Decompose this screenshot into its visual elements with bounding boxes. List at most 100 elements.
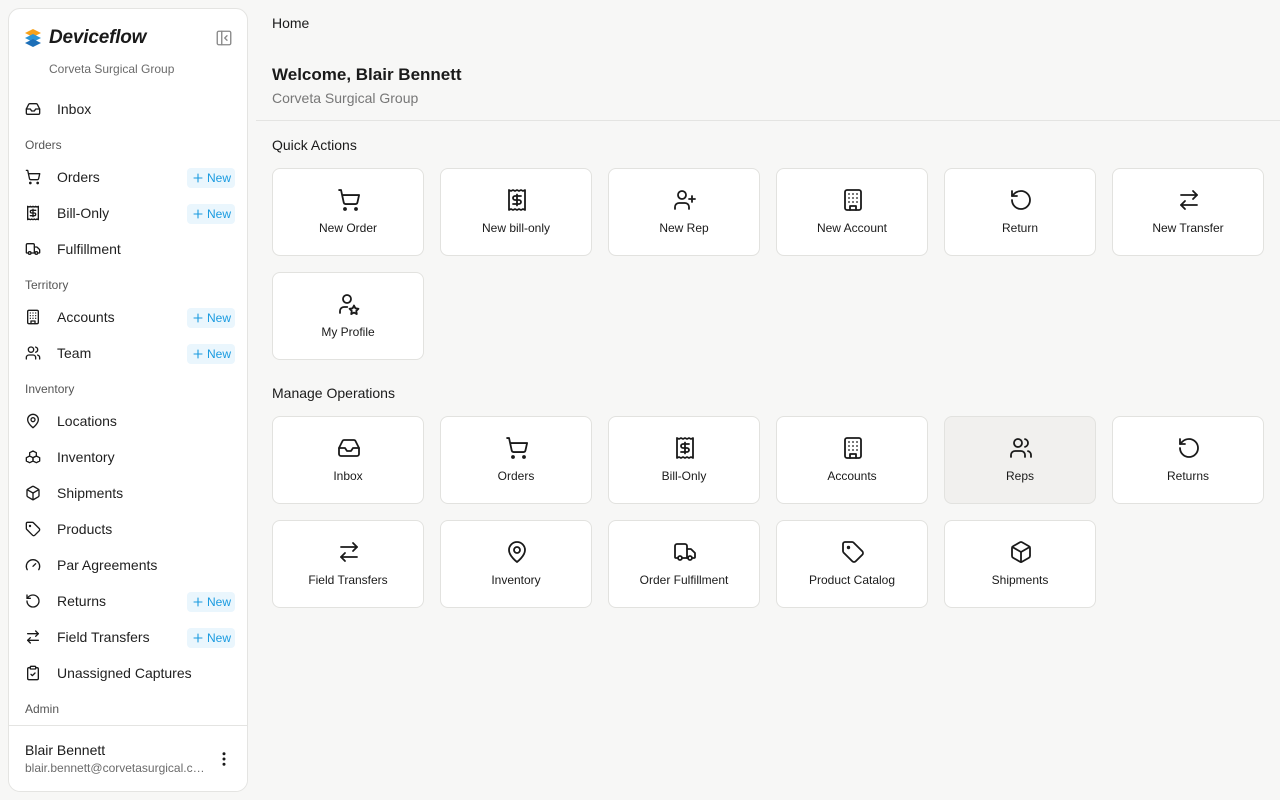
sidebar: Deviceflow Corveta Surgical Group Inbox … [8, 8, 248, 792]
truck-icon [674, 543, 696, 561]
operation-orders[interactable]: Orders [440, 416, 592, 504]
rotate-ccw-icon [1179, 438, 1199, 458]
brand-org: Corveta Surgical Group [49, 62, 175, 76]
sidebar-item-label: Inbox [57, 101, 92, 117]
operation-accounts[interactable]: Accounts [776, 416, 928, 504]
quick-action-new-transfer[interactable]: New Transfer [1112, 168, 1264, 256]
quick-action-my-profile[interactable]: My Profile [272, 272, 424, 360]
new-order-badge[interactable]: New [186, 168, 235, 188]
plus-icon [193, 173, 203, 183]
operation-inbox[interactable]: Inbox [272, 416, 424, 504]
tag-icon [25, 521, 41, 537]
new-badge-label: New [206, 207, 231, 221]
more-vertical-icon[interactable] [215, 750, 233, 768]
gauge-icon [25, 559, 41, 571]
package-icon [1011, 541, 1031, 563]
quick-action-new-order[interactable]: New Order [272, 168, 424, 256]
page-title: Welcome, Blair Bennett [272, 65, 462, 84]
sidebar-item-inbox[interactable]: Inbox [17, 93, 235, 125]
new-team-badge[interactable]: New [186, 344, 235, 364]
operation-field-transfers[interactable]: Field Transfers [272, 520, 424, 608]
sidebar-item-label: Fulfillment [57, 241, 121, 257]
users-icon [25, 346, 41, 360]
header-divider [256, 120, 1280, 121]
boxes-icon [25, 450, 41, 464]
quick-action-return[interactable]: Return [944, 168, 1096, 256]
card-label: New Order [318, 221, 377, 235]
tag-icon [842, 541, 864, 563]
shopping-cart-icon [506, 437, 528, 459]
breadcrumb[interactable]: Home [272, 15, 309, 31]
new-account-badge[interactable]: New [186, 308, 235, 328]
card-label: Inbox [333, 469, 363, 483]
sidebar-item-fulfillment[interactable]: Fulfillment [17, 233, 235, 265]
operation-order-fulfillment[interactable]: Order Fulfillment [608, 520, 760, 608]
operation-inventory[interactable]: Inventory [440, 520, 592, 608]
sidebar-item-shipments[interactable]: Shipments [17, 477, 235, 509]
sidebar-item-locations[interactable]: Locations [17, 405, 235, 437]
receipt-icon [676, 437, 694, 459]
operation-bill-only[interactable]: Bill-Only [608, 416, 760, 504]
sidebar-item-label: Inventory [57, 449, 115, 465]
brand: Deviceflow Corveta Surgical Group [25, 27, 235, 77]
package-icon [26, 485, 40, 501]
user-name: Blair Bennett [25, 742, 106, 758]
new-bill-only-badge[interactable]: New [186, 204, 235, 224]
quick-action-new-account[interactable]: New Account [776, 168, 928, 256]
sidebar-item-label: Shipments [57, 485, 124, 501]
user-star-icon [339, 294, 360, 315]
arrows-transfer-icon [27, 630, 39, 644]
user-footer[interactable]: Blair Bennett blair.bennett@corvetasurgi… [9, 725, 247, 791]
sidebar-item-label: Products [57, 521, 113, 537]
card-label: Accounts [827, 469, 877, 483]
quick-action-new-rep[interactable]: New Rep [608, 168, 760, 256]
card-label: Inventory [491, 573, 541, 587]
sidebar-item-label: Par Agreements [57, 557, 158, 573]
operation-reps[interactable]: Reps [944, 416, 1096, 504]
sidebar-item-unassigned-captures[interactable]: Unassigned Captures [17, 657, 235, 689]
sidebar-item-bill-only[interactable]: Bill-Only New [17, 197, 235, 229]
new-field-transfer-badge[interactable]: New [186, 628, 235, 648]
new-return-badge[interactable]: New [186, 592, 235, 612]
rotate-ccw-icon [26, 594, 40, 608]
truck-icon [25, 243, 41, 255]
sidebar-item-team[interactable]: Team New [17, 337, 235, 369]
operation-product-catalog[interactable]: Product Catalog [776, 520, 928, 608]
building-icon [844, 189, 862, 211]
sidebar-item-label: Team [57, 345, 92, 361]
section-label-orders: Orders [25, 138, 62, 152]
clipboard-check-icon [27, 665, 39, 681]
inbox-icon [25, 103, 41, 115]
card-label: New bill-only [481, 221, 551, 235]
map-pin-icon [27, 413, 39, 429]
rotate-ccw-icon [1011, 190, 1031, 210]
page-subtitle: Corveta Surgical Group [272, 90, 419, 106]
sidebar-item-orders[interactable]: Orders New [17, 161, 235, 193]
building-icon [27, 309, 39, 325]
new-badge-label: New [206, 347, 231, 361]
sidebar-nav: Inbox Orders Orders New Bill-Only New Fu… [9, 91, 247, 725]
sidebar-item-products[interactable]: Products [17, 513, 235, 545]
sidebar-collapse-icon[interactable] [215, 29, 233, 47]
sidebar-item-returns[interactable]: Returns New [17, 585, 235, 617]
card-label: Returns [1166, 469, 1210, 483]
operation-shipments[interactable]: Shipments [944, 520, 1096, 608]
operation-returns[interactable]: Returns [1112, 416, 1264, 504]
users-icon [1010, 438, 1032, 458]
quick-actions-title: Quick Actions [272, 137, 357, 153]
card-label: Field Transfers [308, 573, 388, 587]
sidebar-item-inventory[interactable]: Inventory [17, 441, 235, 473]
card-label: New Account [816, 221, 888, 235]
card-label: Product Catalog [808, 573, 896, 587]
arrows-transfer-icon [1180, 190, 1198, 210]
sidebar-item-accounts[interactable]: Accounts New [17, 301, 235, 333]
sidebar-item-label: Field Transfers [57, 629, 150, 645]
card-label: New Transfer [1152, 221, 1224, 235]
sidebar-item-field-transfers[interactable]: Field Transfers New [17, 621, 235, 653]
sidebar-item-par-agreements[interactable]: Par Agreements [17, 549, 235, 581]
new-badge-label: New [206, 171, 231, 185]
section-label-territory: Territory [25, 278, 69, 292]
quick-action-new-bill-only[interactable]: New bill-only [440, 168, 592, 256]
inbox-icon [338, 439, 360, 457]
section-label-inventory: Inventory [25, 382, 75, 396]
